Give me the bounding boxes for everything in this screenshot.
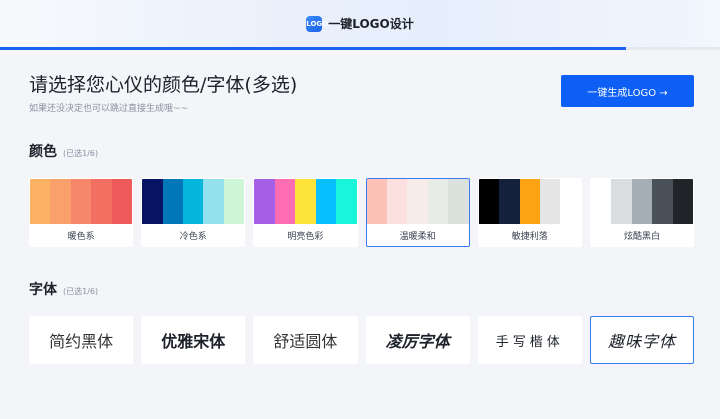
font-section-title: 字体: [29, 282, 57, 298]
color-swatch: [611, 179, 632, 224]
font-card[interactable]: 手写楷体: [477, 316, 582, 364]
color-swatch: [478, 179, 500, 224]
color-swatch: [295, 179, 316, 224]
color-swatch: [590, 179, 612, 224]
color-section-header: 颜色 (已选1/6): [29, 141, 98, 161]
color-swatch: [448, 179, 469, 224]
palette-swatches: [590, 179, 694, 224]
palette-label: 温暖柔和: [399, 231, 436, 242]
color-swatch: [30, 179, 51, 224]
color-section-title: 颜色: [29, 144, 57, 160]
color-swatch: [315, 179, 337, 224]
color-swatch: [183, 179, 204, 224]
font-card[interactable]: 趣味字体: [589, 316, 695, 364]
color-swatch: [560, 179, 581, 224]
font-card[interactable]: 优雅宋体: [141, 316, 246, 364]
color-swatch: [631, 179, 653, 224]
palette-label: 明亮色彩: [287, 231, 324, 242]
color-swatch: [142, 179, 163, 224]
app-name: 一键LOGO设计: [328, 17, 414, 31]
color-swatch: [366, 179, 387, 224]
color-swatch: [336, 179, 357, 224]
generate-logo-button[interactable]: 一键生成LOGO →: [561, 75, 694, 107]
page-subtitle: 如果还没决定也可以跳过直接生成哦~~: [29, 104, 189, 114]
color-swatch: [274, 179, 296, 224]
palette-card[interactable]: 温暖柔和: [365, 178, 470, 247]
palette-card[interactable]: 明亮色彩: [253, 178, 358, 247]
color-swatch: [652, 179, 673, 224]
color-swatch: [386, 179, 408, 224]
color-swatch: [203, 179, 224, 224]
palette-list: 暖色系 冷色系 明亮色彩 温暖柔和 敏捷利落 炫酷黑白: [29, 178, 695, 247]
color-swatch: [111, 179, 133, 224]
font-list: 简约黑体 优雅宋体 舒适圆体 凌厉字体 手写楷体 趣味字体: [29, 316, 695, 364]
color-swatch: [540, 179, 561, 224]
palette-swatches: [254, 179, 357, 224]
color-swatch: [162, 179, 184, 224]
color-swatch: [91, 179, 112, 224]
color-swatch: [70, 179, 92, 224]
palette-label: 冷色系: [179, 231, 207, 242]
color-swatch: [50, 179, 71, 224]
palette-label: 暖色系: [67, 231, 95, 242]
palette-card[interactable]: 冷色系: [141, 178, 246, 247]
palette-card[interactable]: 暖色系: [29, 178, 134, 247]
font-card[interactable]: 凌厉字体: [365, 316, 470, 364]
page-title: 请选择您心仪的颜色/字体(多选): [29, 74, 298, 96]
palette-swatches: [366, 179, 469, 224]
palette-swatches: [142, 179, 245, 224]
color-swatch: [407, 179, 428, 224]
palette-card[interactable]: 炫酷黑白: [589, 178, 695, 247]
app-logo-icon: LOGO: [306, 15, 328, 32]
font-card[interactable]: 舒适圆体: [253, 316, 358, 364]
color-selected-count: (已选1/6): [63, 149, 99, 158]
color-swatch: [672, 179, 694, 224]
font-selected-count: (已选1/6): [63, 287, 99, 296]
color-swatch: [427, 179, 449, 224]
top-bar: LOGO 一键LOGO设计: [0, 0, 720, 47]
brand[interactable]: LOGO 一键LOGO设计: [306, 15, 414, 32]
font-card[interactable]: 简约黑体: [29, 316, 134, 364]
palette-card[interactable]: 敏捷利落: [477, 178, 582, 247]
palette-label: 敏捷利落: [511, 231, 548, 242]
font-section-header: 字体 (已选1/6): [29, 279, 98, 299]
palette-swatches: [478, 179, 581, 224]
color-swatch: [223, 179, 245, 224]
color-swatch: [519, 179, 540, 224]
color-swatch: [254, 179, 275, 224]
palette-swatches: [30, 179, 133, 224]
color-swatch: [499, 179, 520, 224]
progress-bar: [0, 47, 720, 50]
progress-fill: [0, 47, 627, 50]
palette-label: 炫酷黑白: [623, 231, 660, 242]
